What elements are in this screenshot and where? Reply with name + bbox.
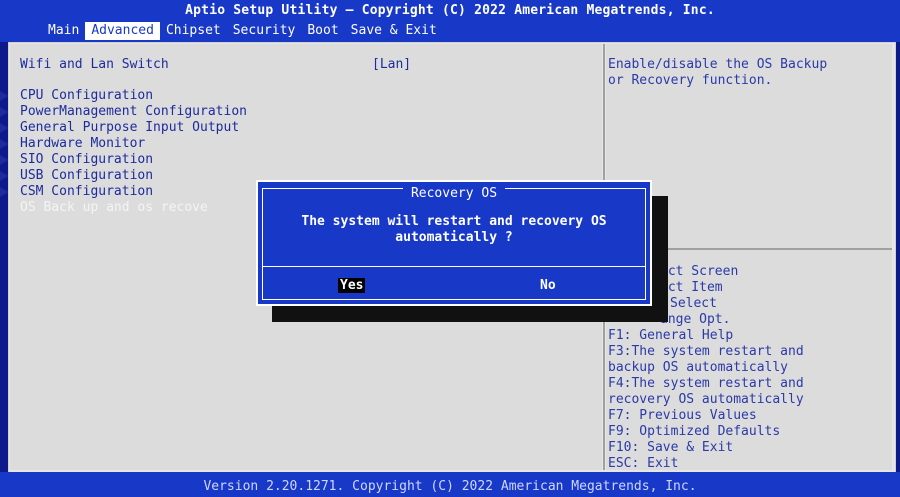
wifi-lan-switch-value[interactable]: [Lan] [372, 57, 411, 72]
submenu-arrow-icon [0, 107, 8, 117]
menu-item-label: CSM Configuration [20, 184, 154, 199]
menu-item-label: CPU Configuration [20, 88, 154, 103]
dialog-message-line1: The system will restart and recovery OS [301, 214, 607, 229]
submenu-arrow-icon [0, 187, 8, 197]
submenu-arrow-icon [0, 155, 8, 165]
submenu-arrow-icon [0, 91, 8, 101]
key-hint: F4:The system restart and [608, 376, 804, 391]
menu-item-label: PowerManagement Configuration [20, 104, 247, 119]
menu-item-cpu-configuration[interactable]: CPU Configuration [0, 88, 154, 104]
menu-item-label: SIO Configuration [20, 152, 154, 167]
menu-item-label: USB Configuration [20, 168, 154, 183]
menu-item-csm-configuration[interactable]: CSM Configuration [0, 184, 154, 200]
help-description: Enable/disable the OS Backup or Recovery… [608, 57, 828, 88]
no-button[interactable]: No [540, 278, 556, 293]
menu-item-hardware-monitor[interactable]: Hardware Monitor [0, 136, 146, 152]
tab-advanced[interactable]: Advanced [85, 22, 160, 40]
menu-item-os-backup-recovery[interactable]: OS Back up and os recove [20, 200, 208, 216]
submenu-arrow-icon [0, 139, 8, 149]
key-hint: backup OS automatically [608, 360, 789, 375]
dialog-message: The system will restart and recovery OS … [268, 214, 640, 246]
menu-item-label: Hardware Monitor [20, 136, 146, 151]
menu-item-usb-configuration[interactable]: USB Configuration [0, 168, 154, 184]
key-hint: ESC: Exit [608, 456, 679, 471]
submenu-arrow-icon [0, 123, 8, 133]
key-hint: F10: Save & Exit [608, 440, 734, 455]
tab-boot[interactable]: Boot [301, 22, 344, 40]
bios-title: Aptio Setup Utility – Copyright (C) 2022… [185, 3, 715, 18]
menu-item-label: General Purpose Input Output [20, 120, 240, 135]
key-hint: F9: Optimized Defaults [608, 424, 781, 439]
tab-chipset[interactable]: Chipset [160, 22, 227, 40]
yes-button[interactable]: Yes [338, 278, 366, 293]
tab-save-exit[interactable]: Save & Exit [345, 22, 443, 40]
dialog-divider [262, 266, 646, 267]
menu-item-general-purpose-io[interactable]: General Purpose Input Output [0, 120, 240, 136]
key-hint: recovery OS automatically [608, 392, 804, 407]
menu-item-sio-configuration[interactable]: SIO Configuration [0, 152, 154, 168]
dialog-title: Recovery OS [258, 182, 650, 201]
tab-bar: Main Advanced Chipset Security Boot Save… [42, 22, 443, 40]
tab-security[interactable]: Security [227, 22, 302, 40]
key-hint: F7: Previous Values [608, 408, 757, 423]
key-hint: F3:The system restart and [608, 344, 804, 359]
recovery-os-dialog: Recovery OS The system will restart and … [256, 180, 652, 306]
menu-item-powermanagement-configuration[interactable]: PowerManagement Configuration [0, 104, 247, 120]
submenu-arrow-icon [0, 171, 8, 181]
footer-version: Version 2.20.1271. Copyright (C) 2022 Am… [203, 479, 697, 494]
dialog-message-line2: automatically ? [395, 230, 513, 245]
wifi-lan-switch-label: Wifi and Lan Switch [20, 57, 169, 72]
key-hint: F1: General Help [608, 328, 734, 343]
tab-main[interactable]: Main [42, 22, 85, 40]
dialog-title-text: Recovery OS [402, 186, 506, 201]
